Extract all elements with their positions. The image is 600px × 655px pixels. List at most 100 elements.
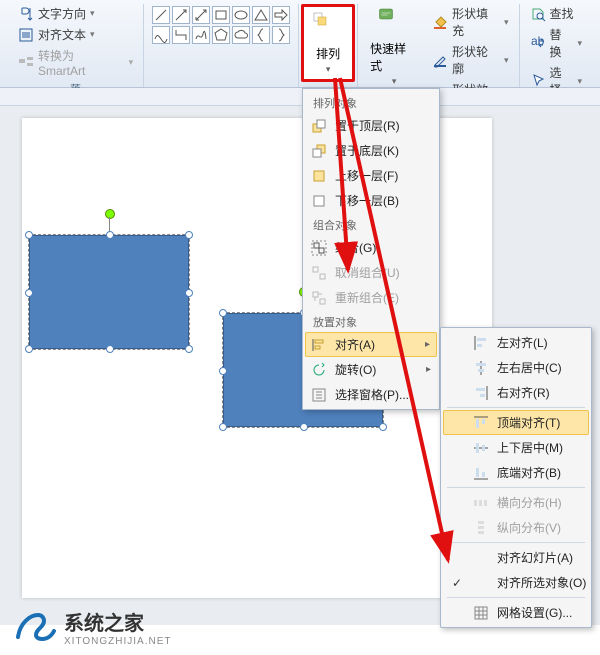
resize-handle[interactable] [106,231,114,239]
shape-connector-icon[interactable] [172,26,190,44]
menu-bring-forward[interactable]: 上移一层(F) [305,163,437,188]
placeholder-icon [473,575,489,591]
shape-rect-icon[interactable] [212,6,230,24]
shape-curve-icon[interactable] [152,26,170,44]
menu-rotate[interactable]: 旋转(O) ▸ [305,357,437,382]
convert-smartart-label: 转换为 SmartArt [38,47,125,78]
menu-group[interactable]: 组合(G) [305,235,437,260]
menu-align-right[interactable]: 右对齐(R) [443,380,589,405]
shape-arrow-icon[interactable] [172,6,190,24]
placeholder-icon [473,550,489,566]
resize-handle[interactable] [25,231,33,239]
align-text-icon [18,27,34,43]
menu-grid-settings[interactable]: 网格设置(G)... [443,600,589,625]
shape-brace-icon[interactable] [252,26,270,44]
menu-label: 对齐(A) [335,336,375,353]
resize-handle[interactable] [185,345,193,353]
resize-handle[interactable] [300,423,308,431]
check-mark-icon: ✓ [449,576,465,590]
resize-handle[interactable] [379,423,387,431]
grid-icon [473,605,489,621]
menu-align-selected[interactable]: ✓ 对齐所选对象(O) [443,570,589,595]
convert-smartart-button[interactable]: 转换为 SmartArt ▾ [14,46,137,79]
shape-triangle-icon[interactable] [252,6,270,24]
edit-group: 查找 ab 替换 ▾ 选择 ▾ 编辑 [520,4,592,87]
menu-section-position: 放置对象 [305,310,437,332]
resize-handle[interactable] [219,309,227,317]
shape-oval-icon[interactable] [232,6,250,24]
menu-align-to-slide[interactable]: 对齐幻灯片(A) [443,545,589,570]
menu-align-top[interactable]: 顶端对齐(T) [443,410,589,435]
menu-send-back[interactable]: 置于底层(K) [305,138,437,163]
resize-handle[interactable] [185,231,193,239]
align-text-button[interactable]: 对齐文本 ▾ [14,25,137,44]
shape-arrow2-icon[interactable] [192,6,210,24]
shape-styles-group: 快速样式 ▾ 形状填充 ▾ 形状轮廓 ▾ 形状效果 ▾ [358,4,519,87]
shape-freeform-icon[interactable] [192,26,210,44]
resize-handle[interactable] [25,289,33,297]
shape-brace2-icon[interactable] [272,26,290,44]
ruler [0,88,600,106]
regroup-icon [311,290,327,306]
menu-align-left[interactable]: 左对齐(L) [443,330,589,355]
shape-selection-1[interactable] [28,234,190,350]
menu-align-center-h[interactable]: 左右居中(C) [443,355,589,380]
shape-line-icon[interactable] [152,6,170,24]
menu-regroup[interactable]: 重新组合(E) [305,285,437,310]
shape-gallery[interactable] [150,4,292,46]
menu-section-order: 排列对象 [305,91,437,113]
text-direction-icon [18,6,34,22]
shape-cloud-icon[interactable] [232,26,250,44]
selection-pane-icon [311,387,327,403]
find-button[interactable]: 查找 [526,4,586,23]
arrange-icon [312,11,344,43]
menu-align-middle-v[interactable]: 上下居中(M) [443,435,589,460]
ungroup-icon [311,265,327,281]
rectangle-shape[interactable] [29,235,189,349]
menu-ungroup[interactable]: 取消组合(U) [305,260,437,285]
shape-fill-button[interactable]: 形状填充 ▾ [428,4,512,40]
submenu-arrow-icon: ▸ [426,364,431,375]
menu-send-backward[interactable]: 下移一层(B) [305,188,437,213]
shape-pentagon-icon[interactable] [212,26,230,44]
align-left-icon [473,335,489,351]
menu-label: 底端对齐(B) [497,464,561,481]
menu-label: 对齐所选对象(O) [497,574,586,591]
submenu-arrow-icon: ▸ [425,339,430,350]
chevron-down-icon: ▾ [504,17,509,28]
resize-handle[interactable] [106,345,114,353]
rotation-handle-icon[interactable] [105,209,115,219]
resize-handle[interactable] [219,423,227,431]
menu-distribute-v[interactable]: 纵向分布(V) [443,515,589,540]
bring-forward-icon [311,168,327,184]
align-submenu: 左对齐(L) 左右居中(C) 右对齐(R) 顶端对齐(T) 上下居中(M) 底端… [440,327,592,628]
menu-label: 组合(G) [335,239,376,256]
menu-selection-pane[interactable]: 选择窗格(P)... [305,382,437,407]
rotate-icon [311,362,327,378]
quick-styles-button[interactable]: 快速样式 ▾ [364,4,424,89]
ribbon: 文字方向 ▾ 对齐文本 ▾ 转换为 SmartArt ▾ 落 [0,0,600,88]
resize-handle[interactable] [185,289,193,297]
bring-front-icon [311,118,327,134]
shape-arrowblock-icon[interactable] [272,6,290,24]
resize-handle[interactable] [25,345,33,353]
menu-align-bottom[interactable]: 底端对齐(B) [443,460,589,485]
resize-handle[interactable] [219,367,227,375]
menu-separator [447,407,585,408]
chevron-down-icon: ▾ [129,57,134,68]
arrange-label: 排列 [316,45,340,62]
arrange-group: 排列 ▾ [299,4,358,87]
menu-bring-front[interactable]: 置于顶层(R) [305,113,437,138]
menu-distribute-h[interactable]: 横向分布(H) [443,490,589,515]
menu-align[interactable]: 对齐(A) ▸ [305,332,437,357]
pen-icon [432,52,448,68]
text-direction-button[interactable]: 文字方向 ▾ [14,4,137,23]
menu-label: 旋转(O) [335,361,376,378]
shape-outline-button[interactable]: 形状轮廓 ▾ [428,42,512,78]
quick-styles-label: 快速样式 [370,40,418,74]
arrange-button[interactable]: 排列 ▾ [301,4,355,82]
group-icon [311,240,327,256]
chevron-down-icon: ▾ [504,55,509,66]
replace-button[interactable]: ab 替换 ▾ [526,25,586,61]
align-center-icon [473,360,489,376]
